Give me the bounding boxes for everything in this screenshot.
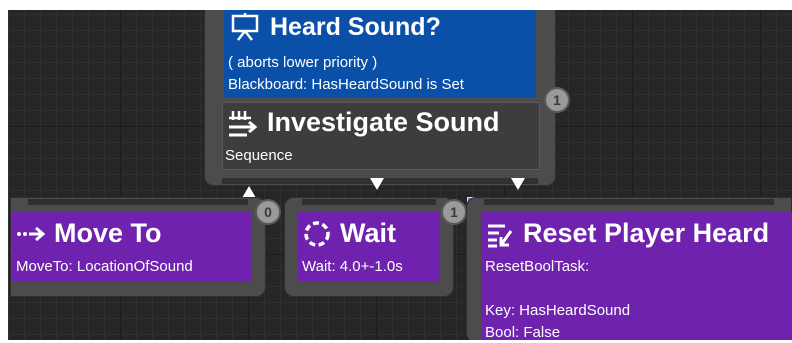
reset-title: Reset Player Heard: [523, 218, 770, 248]
decorator-execution-order-badge: 1: [546, 89, 568, 111]
investigate-sound-sequence[interactable]: Investigate Sound Sequence: [222, 102, 540, 170]
display-icon: [230, 12, 260, 42]
child-connection-arrow-reset: [511, 178, 525, 190]
frame-border-top: [0, 0, 792, 10]
move-to-task[interactable]: Move To MoveTo: LocationOfSound: [12, 212, 252, 282]
node-input-pin-bar[interactable]: [28, 199, 248, 205]
decorator-title: Heard Sound?: [270, 12, 441, 41]
child-connection-arrow-wait: [370, 178, 384, 190]
reset-task-type: ResetBoolTask:: [485, 258, 590, 275]
reset-blackboard-key: Key: HasHeardSound: [485, 302, 631, 319]
node-input-pin-bar[interactable]: [484, 199, 774, 205]
heard-sound-decorator[interactable]: Heard Sound? ( aborts lower priority ) B…: [224, 6, 536, 98]
wait-task[interactable]: Wait Wait: 4.0+-1.0s: [298, 212, 440, 282]
node-input-pin-bar[interactable]: [302, 199, 436, 205]
move-arrow-icon: [16, 222, 46, 246]
frame-border-left: [0, 0, 8, 343]
wait-detail: Wait: 4.0+-1.0s: [302, 258, 403, 275]
sequence-title: Investigate Sound: [267, 107, 500, 137]
move-to-title: Move To: [54, 218, 162, 248]
sequence-icon: [227, 108, 259, 138]
decorator-abort-mode: ( aborts lower priority ): [228, 54, 378, 71]
wait-title: Wait: [340, 218, 396, 248]
wait-circle-icon: [302, 219, 332, 249]
decorator-condition: Blackboard: HasHeardSound is Set: [228, 76, 464, 93]
sequence-type-label: Sequence: [225, 147, 293, 164]
reset-bool-value: Bool: False: [485, 324, 561, 341]
reset-player-heard-task[interactable]: Reset Player Heard ResetBoolTask: Key: H…: [481, 212, 792, 343]
move-to-detail: MoveTo: LocationOfSound: [16, 258, 193, 275]
move-to-execution-order-badge: 0: [257, 201, 279, 223]
wait-execution-order-badge: 1: [443, 201, 465, 223]
reset-bool-icon: [485, 219, 515, 249]
